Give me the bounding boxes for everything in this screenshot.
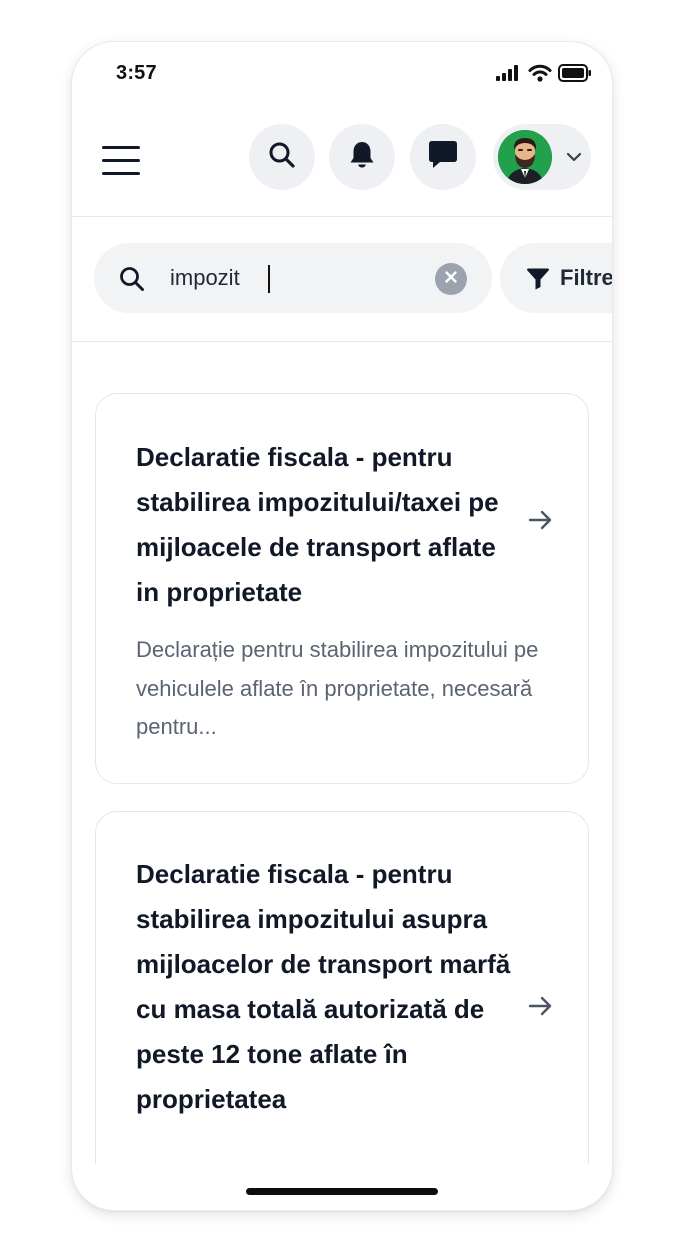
search-icon <box>268 141 296 174</box>
profile-menu-button[interactable] <box>493 124 591 190</box>
chat-icon <box>427 139 459 176</box>
result-card[interactable]: Declaratie fiscala - pentru stabilirea i… <box>95 393 589 784</box>
filter-button[interactable]: Filtre <box>500 243 612 313</box>
text-caret <box>268 265 270 293</box>
status-icons <box>496 64 592 87</box>
search-toolbar: Filtre <box>72 217 612 342</box>
app-header <box>72 106 612 217</box>
wifi-icon <box>528 64 552 87</box>
phone-frame: 3:57 impozit Filtre Declaratie fiscala -… <box>72 42 612 1210</box>
search-input[interactable] <box>170 261 410 295</box>
clear-search-button[interactable] <box>435 263 467 295</box>
home-indicator[interactable] <box>246 1188 438 1195</box>
filter-label: Filtre <box>560 265 612 290</box>
results-list: Declaratie fiscala - pentru stabilirea i… <box>72 342 612 1164</box>
arrow-right-icon <box>528 508 554 537</box>
search-icon <box>118 265 146 298</box>
filter-icon <box>526 268 550 295</box>
result-description: Declarație pentru stabilirea impozitului… <box>136 637 539 739</box>
status-time: 3:57 <box>116 62 157 84</box>
avatar <box>498 130 552 184</box>
result-title: Declaratie fiscala - pentru stabilirea i… <box>136 859 511 1114</box>
search-button[interactable] <box>249 124 315 190</box>
hamburger-menu-icon[interactable] <box>100 140 144 180</box>
clear-icon <box>444 270 458 289</box>
result-title: Declaratie fiscala - pentru stabilirea i… <box>136 442 499 607</box>
notifications-button[interactable] <box>329 124 395 190</box>
status-bar: 3:57 <box>72 42 612 106</box>
result-card[interactable]: Declaratie fiscala - pentru stabilirea i… <box>95 811 589 1164</box>
messages-button[interactable] <box>410 124 476 190</box>
chevron-down-icon <box>566 150 582 169</box>
arrow-right-icon <box>528 994 554 1023</box>
battery-icon <box>558 64 592 87</box>
search-bar <box>94 243 492 313</box>
signal-icon <box>496 65 522 86</box>
bell-icon <box>348 140 376 175</box>
